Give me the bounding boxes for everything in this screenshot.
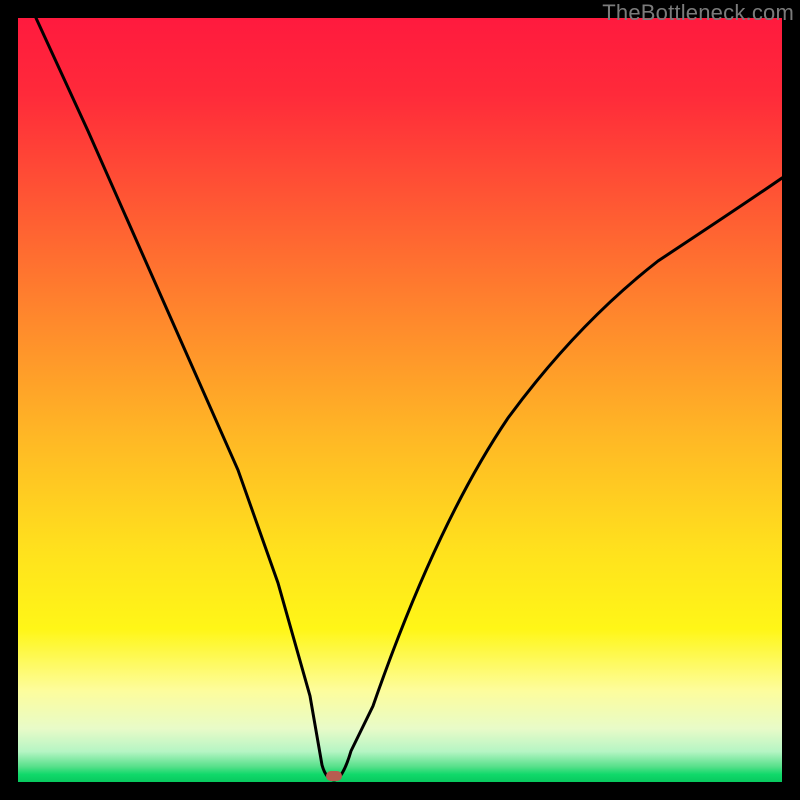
plot-area — [18, 18, 782, 782]
bottleneck-curve — [36, 18, 782, 780]
minimum-marker — [326, 771, 342, 781]
curve-svg — [18, 18, 782, 782]
chart-frame: TheBottleneck.com — [0, 0, 800, 800]
watermark-text: TheBottleneck.com — [602, 0, 794, 26]
